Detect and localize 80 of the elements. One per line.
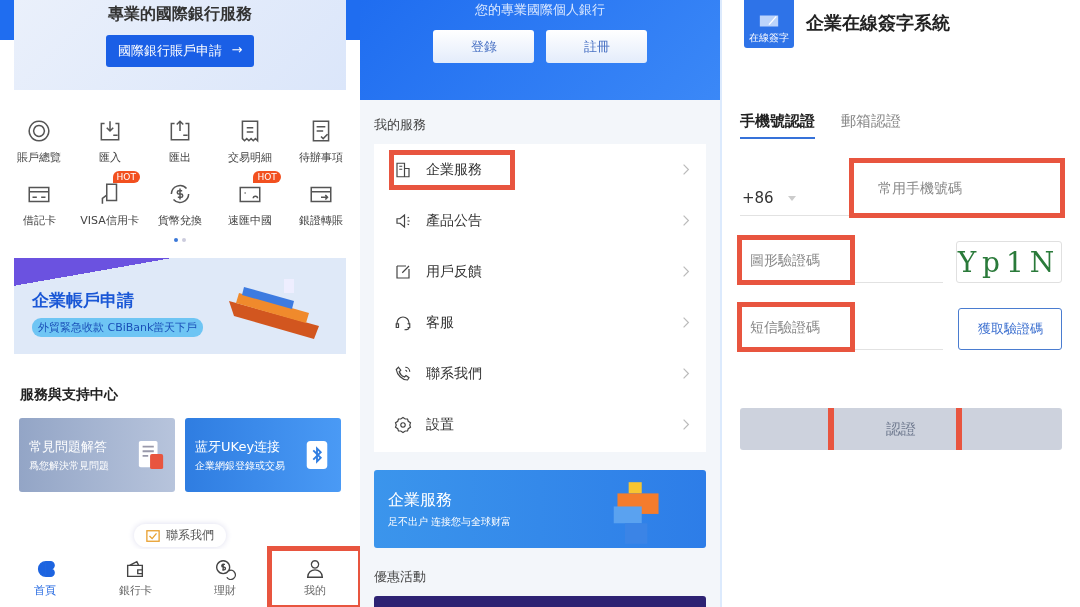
hot-badge: HOT: [253, 171, 281, 183]
card-subtitle: 企業網銀登錄或交易: [195, 458, 285, 473]
shortcut-item[interactable]: HOT VISA信用卡: [74, 169, 145, 228]
captcha-field[interactable]: 圖形驗證碼: [740, 238, 852, 282]
banner-title: 企業帳戶申請: [32, 289, 135, 312]
menu-item-label: 產品公告: [392, 203, 512, 238]
card-title: 蓝牙UKey连接: [195, 437, 282, 456]
shortcut-item[interactable]: 銀證轉賬: [285, 169, 356, 228]
settings-icon: [394, 415, 412, 434]
tab-bar-item[interactable]: 理財: [180, 549, 270, 607]
hero-title: 專業的國際銀行服務: [108, 4, 252, 25]
shortcut-item[interactable]: 借記卡: [4, 169, 75, 228]
apply-account-button[interactable]: 國際銀行賬戶申請 →: [105, 35, 255, 67]
caret-down-icon: [787, 195, 796, 201]
country-code-select[interactable]: +86: [740, 189, 810, 215]
tab-bar-item[interactable]: 首頁: [0, 549, 90, 607]
chevron-right-icon: [682, 367, 690, 380]
shortcut-item[interactable]: 待辦事項: [285, 106, 356, 165]
tab-bar-item[interactable]: 我的: [270, 549, 360, 607]
menu-item[interactable]: 產品公告: [374, 195, 706, 246]
menu-item-label: 聯系我們: [392, 356, 512, 391]
card-subtitle: 爲您解決常見問題: [29, 458, 109, 473]
menu-item-label: 用戶反饋: [392, 254, 512, 289]
promo-banner[interactable]: 企業帳戶申請 外貿緊急收款 CBiBank當天下戶: [14, 258, 346, 354]
shortcut-item[interactable]: HOT 速匯中國: [215, 169, 286, 228]
speaker-icon: [394, 211, 412, 230]
ring-icon: [26, 118, 53, 144]
check-icon: [146, 528, 160, 543]
tab[interactable]: 郵箱認證: [841, 112, 901, 139]
chevron-right-icon: [682, 418, 690, 431]
menu-item[interactable]: 設置: [374, 399, 706, 450]
auth-button[interactable]: 註冊: [546, 30, 647, 63]
document-question-icon: [137, 439, 165, 471]
page-dot[interactable]: [174, 238, 178, 242]
chevron-right-icon: [682, 214, 690, 227]
phone-icon: [394, 364, 412, 383]
edit-icon: [394, 262, 412, 281]
hot-badge: HOT: [112, 171, 140, 183]
shortcut-item[interactable]: 匯出: [144, 106, 216, 165]
promo-banner[interactable]: [374, 596, 706, 607]
chevron-right-icon: [682, 316, 690, 329]
signature-board-icon: [758, 13, 780, 29]
tab[interactable]: 手機號認證: [740, 112, 815, 139]
menu-item-label: 客服: [392, 305, 484, 340]
tab-bar-item[interactable]: 銀行卡: [90, 549, 180, 607]
banner-title: 企業服務: [388, 489, 453, 511]
app-logo: 在線簽字: [744, 0, 794, 48]
menu-item[interactable]: 聯系我們: [374, 348, 706, 399]
banner-subtitle: 足不出户 连接您与全球财富: [388, 514, 512, 529]
shortcut-item[interactable]: 貨幣兌換: [144, 169, 216, 228]
page-dot[interactable]: [182, 238, 186, 242]
chevron-right-icon: [682, 265, 690, 278]
menu-item-label: 企業服務: [392, 152, 512, 187]
phone-number-field[interactable]: 常用手機號碼: [852, 161, 1062, 215]
sms-code-field[interactable]: 短信驗證碼: [740, 305, 852, 349]
menu-item[interactable]: 客服: [374, 297, 706, 348]
banner-subtitle: 外貿緊急收款 CBiBank當天下戶: [32, 318, 204, 337]
support-card[interactable]: 蓝牙UKey连接 企業網銀登錄或交易: [185, 418, 341, 492]
auth-button[interactable]: 登錄: [433, 30, 534, 63]
wallet-icon: [124, 558, 146, 580]
coin-icon: [214, 558, 236, 580]
headset-icon: [394, 313, 412, 332]
shortcut-item[interactable]: 交易明細: [215, 106, 286, 165]
section-title: 我的服務: [373, 116, 427, 134]
chevron-right-icon: [682, 163, 690, 176]
captcha-image[interactable]: Yp1N: [956, 241, 1062, 283]
menu-item[interactable]: 用戶反饋: [374, 246, 706, 297]
menu-item[interactable]: 企業服務: [374, 144, 706, 195]
menu-item-label: 設置: [392, 407, 484, 442]
app-title: 企業在線簽字系統: [806, 11, 950, 35]
section-title: 優惠活動: [373, 568, 427, 586]
building-icon: [394, 160, 412, 179]
section-title: 服務與支持中心: [19, 385, 119, 404]
contact-us-button[interactable]: 聯系我們: [134, 524, 226, 547]
get-code-button[interactable]: 獲取驗證碼: [958, 308, 1062, 350]
header-subtitle: 您的專業國際個人銀行: [475, 2, 605, 18]
shortcut-item[interactable]: 匯入: [74, 106, 145, 165]
shortcut-item[interactable]: 賬戶總覽: [4, 106, 75, 165]
person-icon: [304, 558, 326, 580]
card-title: 常見問題解答: [29, 437, 108, 456]
